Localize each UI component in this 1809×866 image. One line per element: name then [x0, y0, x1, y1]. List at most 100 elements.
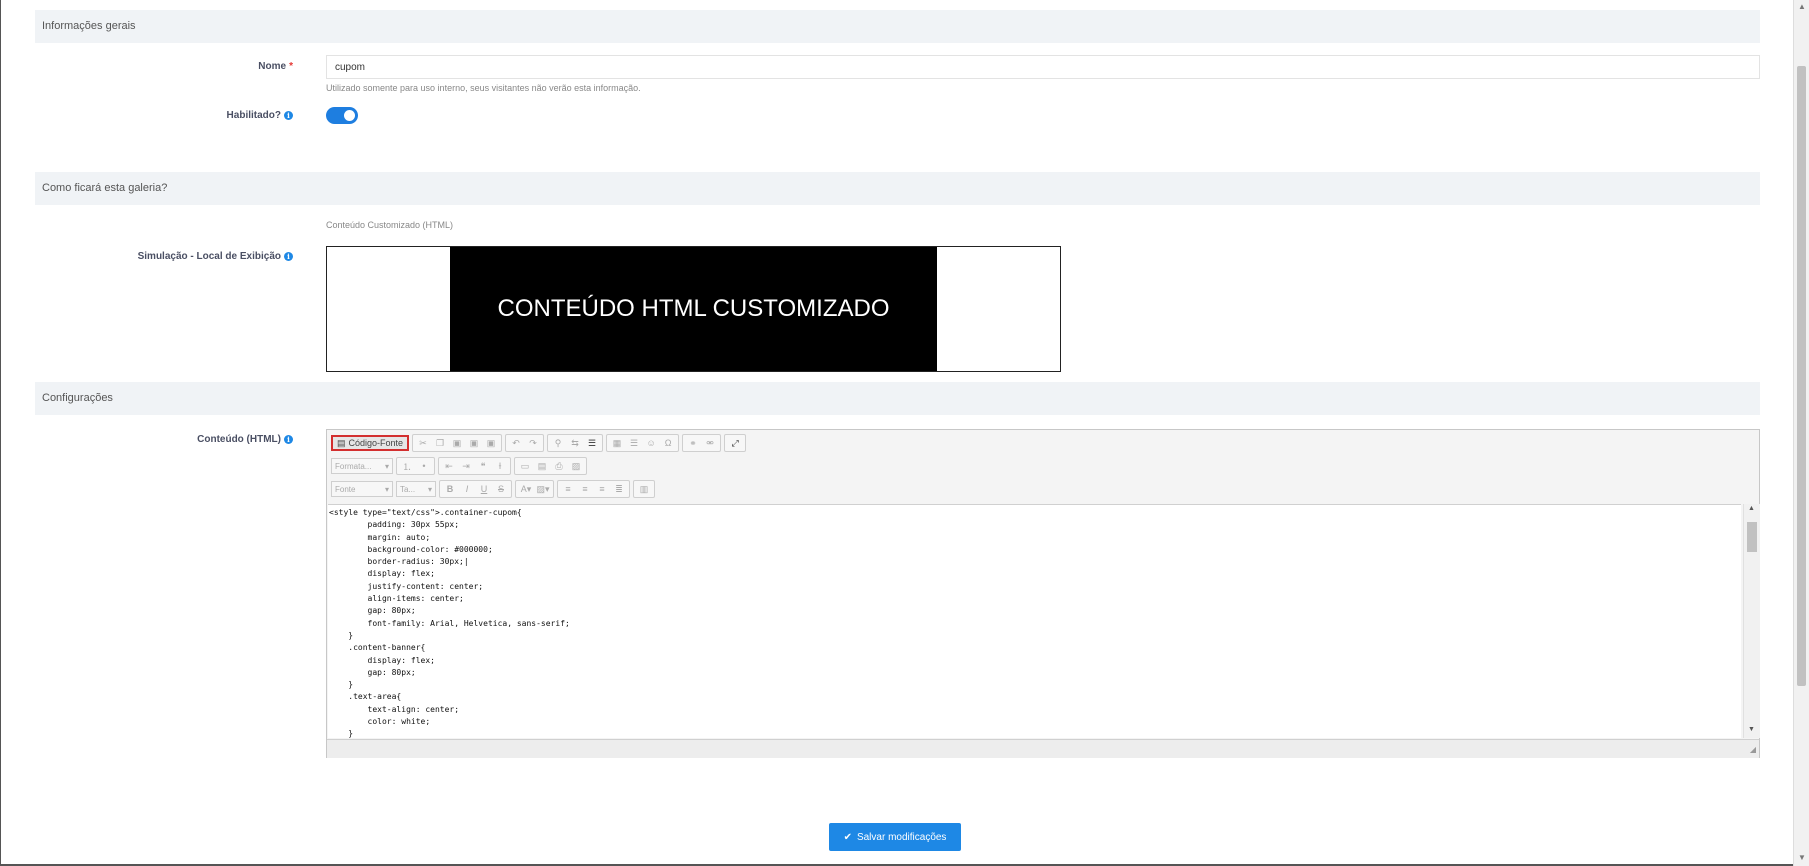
replace-icon[interactable]: ⇆ [567, 436, 583, 450]
editor-toolbar-row-3: Fonte ▾ Ta... ▾ B I U S A▾ ▨▾ ≡ ≡ ≡ ≣ ▥ [331, 480, 655, 498]
show-blocks-icon[interactable]: ▥ [636, 482, 652, 496]
background-color-icon[interactable]: ▨▾ [535, 482, 551, 496]
page-scrollbar[interactable]: ▲ ▼ [1793, 0, 1809, 866]
name-label-text: Nome [258, 61, 287, 72]
clipboard-group: ✂ ❐ ▣ ▣ ▣ [412, 434, 503, 452]
table-icon[interactable]: ▦ [609, 436, 625, 450]
info-icon[interactable]: i [284, 435, 293, 444]
text-style-group: B I U S [439, 480, 512, 498]
format-select-label: Formata... [335, 461, 372, 471]
save-button[interactable]: ✔ Salvar modificações [829, 823, 961, 851]
color-group: A▾ ▨▾ [515, 480, 554, 498]
code-scrollbar[interactable]: ▲ ▼ [1743, 504, 1760, 738]
underline-icon[interactable]: U [476, 482, 492, 496]
source-code-button[interactable]: ▤ Código-Fonte [331, 435, 410, 451]
outdent-icon[interactable]: ⇤ [441, 459, 457, 473]
editor-toolbar-row-1: ▤ Código-Fonte ✂ ❐ ▣ ▣ ▣ ↶ ↷ ⚲ ⇆ ☰ ▦ ☰ ☺… [331, 434, 747, 452]
indent-icon[interactable]: ⇥ [458, 459, 474, 473]
maximize-icon[interactable]: ⤢ [727, 436, 743, 450]
template-icon[interactable]: ▤ [534, 459, 550, 473]
scroll-up-icon[interactable]: ▲ [1798, 2, 1806, 11]
enabled-toggle[interactable] [326, 107, 358, 124]
chevron-down-icon: ▾ [384, 461, 389, 471]
italic-icon[interactable]: I [459, 482, 475, 496]
horizontal-line-icon[interactable]: ☰ [626, 436, 642, 450]
numbered-list-icon[interactable]: ⒈ [399, 459, 415, 473]
text-color-icon[interactable]: A▾ [518, 482, 534, 496]
info-icon[interactable]: i [284, 252, 293, 261]
editor-status-bar: ◢ [327, 739, 1759, 758]
align-justify-icon[interactable]: ≣ [611, 482, 627, 496]
name-input[interactable] [326, 55, 1760, 79]
scroll-down-icon[interactable]: ▼ [1748, 726, 1755, 733]
size-select[interactable]: Ta... ▾ [396, 481, 436, 497]
source-code-icon: ▤ [337, 437, 346, 448]
enabled-label: Habilitado? i [227, 110, 293, 121]
select-all-icon[interactable]: ☰ [584, 436, 600, 450]
undo-icon[interactable]: ↶ [508, 436, 524, 450]
undo-group: ↶ ↷ [505, 434, 545, 452]
section-header-settings: Configurações [35, 382, 1760, 415]
link-icon[interactable]: ⚭ [685, 436, 701, 450]
size-select-label: Ta... [400, 484, 416, 494]
align-center-icon[interactable]: ≡ [577, 482, 593, 496]
print-icon[interactable]: ⎙ [551, 459, 567, 473]
simulation-preview: CONTEÚDO HTML CUSTOMIZADO [326, 246, 1061, 372]
blockquote-icon[interactable]: ❝ [475, 459, 491, 473]
font-select[interactable]: Fonte ▾ [331, 481, 393, 497]
find-group: ⚲ ⇆ ☰ [547, 434, 604, 452]
align-left-icon[interactable]: ≡ [560, 482, 576, 496]
check-icon: ✔ [843, 831, 852, 843]
scroll-down-icon[interactable]: ▼ [1798, 853, 1806, 862]
strikethrough-icon[interactable]: S [493, 482, 509, 496]
show-blocks-group: ▥ [633, 480, 655, 498]
chevron-down-icon: ▾ [427, 484, 432, 494]
remove-format-icon[interactable]: Ɨ [492, 459, 508, 473]
name-label: Nome * [258, 61, 293, 72]
editor-toolbar-row-2: Formata... ▾ ⒈ • ⇤ ⇥ ❝ Ɨ ▭ ▤ ⎙ ▨ [331, 457, 587, 475]
redo-icon[interactable]: ↷ [525, 436, 541, 450]
align-right-icon[interactable]: ≡ [594, 482, 610, 496]
content-label-text: Conteúdo (HTML) [197, 434, 281, 445]
indent-group: ⇤ ⇥ ❝ Ɨ [438, 457, 511, 475]
content-type-text: Conteúdo Customizado (HTML) [326, 220, 454, 230]
code-scrollbar-thumb[interactable] [1747, 522, 1757, 552]
window-border-left [0, 0, 1, 866]
insert-group: ▦ ☰ ☺ Ω [606, 434, 680, 452]
page-scrollbar-thumb[interactable] [1797, 66, 1806, 686]
bulleted-list-icon[interactable]: • [416, 459, 432, 473]
image-icon[interactable]: ▨ [568, 459, 584, 473]
bold-icon[interactable]: B [442, 482, 458, 496]
unlink-icon[interactable]: ⚮ [702, 436, 718, 450]
paste-icon[interactable]: ▣ [449, 436, 465, 450]
smiley-icon[interactable]: ☺ [643, 436, 659, 450]
special-char-icon[interactable]: Ω [660, 436, 676, 450]
font-select-label: Fonte [335, 484, 356, 494]
toggle-knob [344, 110, 355, 121]
section-header-general: Informações gerais [35, 10, 1760, 43]
code-textarea[interactable]: <style type="text/css">.container-cupom{… [328, 504, 1741, 738]
enabled-label-text: Habilitado? [226, 110, 281, 121]
find-icon[interactable]: ⚲ [550, 436, 566, 450]
media-group: ▭ ▤ ⎙ ▨ [514, 457, 587, 475]
format-select[interactable]: Formata... ▾ [331, 458, 393, 474]
simulation-label: Simulação - Local de Exibição i [138, 251, 293, 262]
scroll-up-icon[interactable]: ▲ [1748, 505, 1755, 512]
save-button-label: Salvar modificações [856, 831, 947, 843]
paste-text-icon[interactable]: ▣ [466, 436, 482, 450]
preview-banner: CONTEÚDO HTML CUSTOMIZADO [450, 247, 937, 371]
html-editor: ▤ Código-Fonte ✂ ❐ ▣ ▣ ▣ ↶ ↷ ⚲ ⇆ ☰ ▦ ☰ ☺… [326, 429, 1760, 758]
content-label: Conteúdo (HTML) i [197, 434, 293, 445]
maximize-group: ⤢ [724, 434, 747, 452]
simulation-label-text: Simulação - Local de Exibição [137, 251, 281, 262]
info-icon[interactable]: i [284, 111, 293, 120]
paste-word-icon[interactable]: ▣ [483, 436, 499, 450]
copy-icon[interactable]: ❐ [432, 436, 448, 450]
save-icon[interactable]: ▭ [517, 459, 533, 473]
section-header-preview: Como ficará esta galeria? [35, 172, 1760, 205]
chevron-down-icon: ▾ [384, 484, 389, 494]
resize-grip-icon[interactable]: ◢ [1750, 745, 1756, 754]
cut-icon[interactable]: ✂ [415, 436, 431, 450]
list-group: ⒈ • [396, 457, 435, 475]
align-group: ≡ ≡ ≡ ≣ [557, 480, 630, 498]
